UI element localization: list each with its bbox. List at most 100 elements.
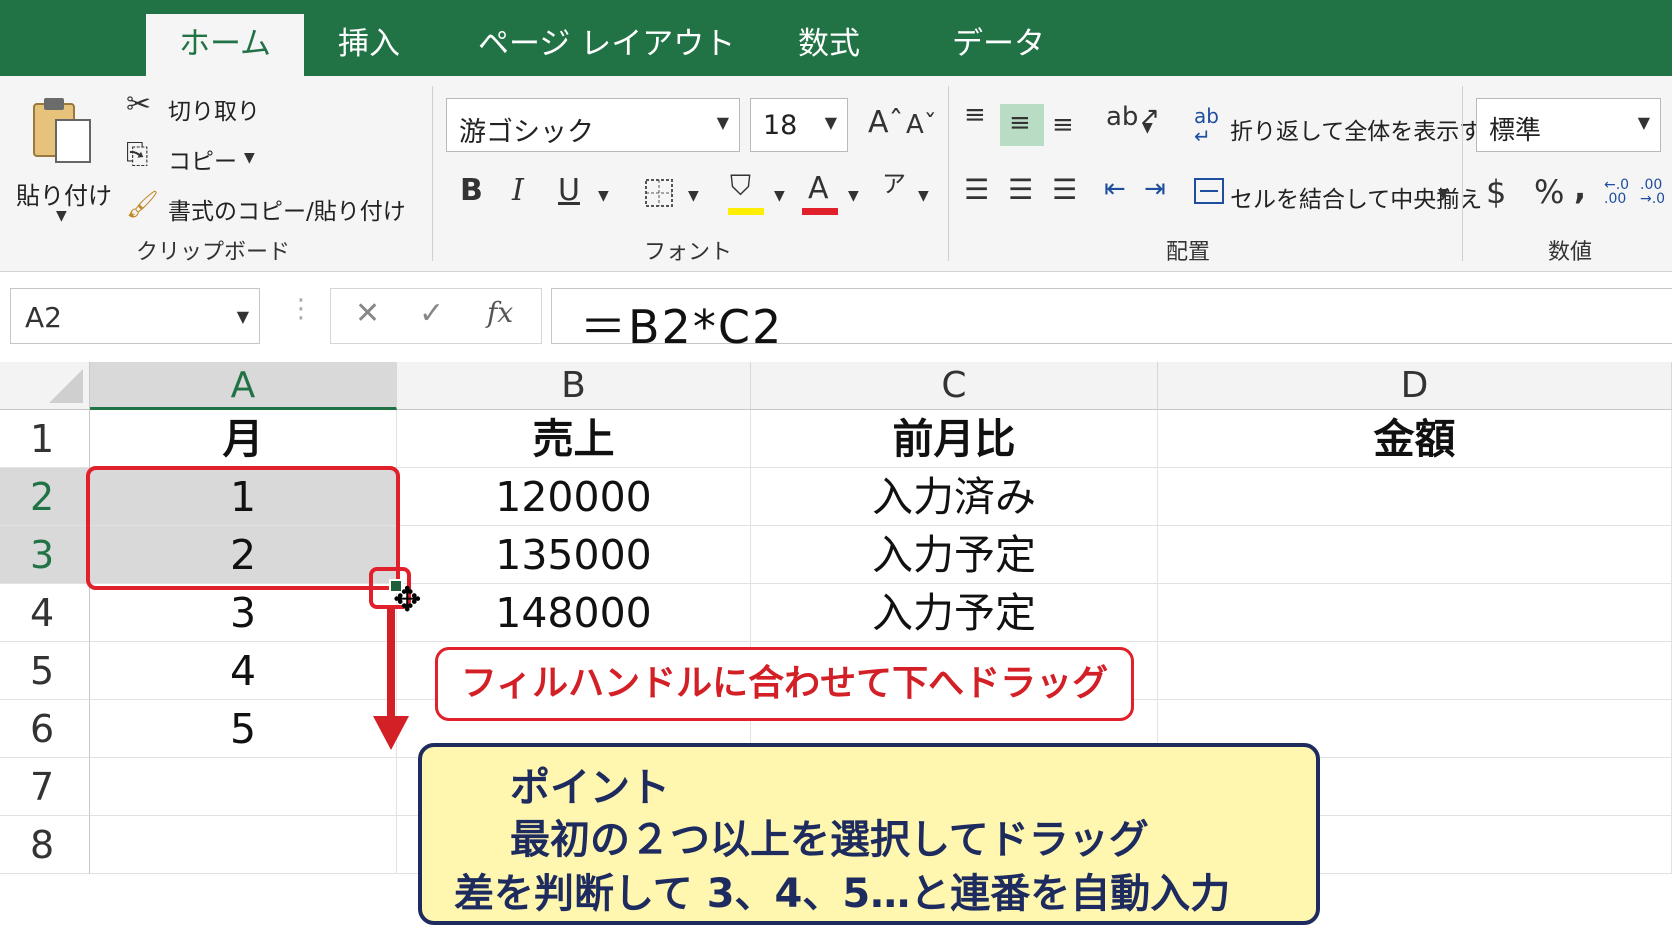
drag-arrow: [387, 608, 395, 720]
cell-c2[interactable]: 入力済み: [751, 468, 1158, 526]
decrease-decimal-icon[interactable]: .00 →.0: [1640, 178, 1665, 206]
tab-home[interactable]: ホーム: [146, 14, 304, 76]
tab-data[interactable]: データ: [952, 14, 1045, 76]
underline-button[interactable]: U: [558, 176, 580, 206]
cell-a4[interactable]: 3: [90, 584, 397, 642]
column-header-d[interactable]: D: [1158, 362, 1672, 410]
cell-a1[interactable]: 月: [90, 410, 397, 468]
align-top-icon[interactable]: ≡: [964, 102, 986, 128]
cell-d5[interactable]: [1158, 642, 1672, 700]
tip-title: ポイント: [510, 765, 670, 811]
wrap-text-icon: ab ↵: [1194, 104, 1219, 148]
orientation-dropdown-icon[interactable]: ▼: [1142, 120, 1153, 136]
alignment-group-label: 配置: [1166, 240, 1211, 265]
move-cursor-icon: ✥: [393, 580, 422, 620]
font-color-dropdown-icon[interactable]: ▼: [848, 188, 859, 204]
fill-color-dropdown-icon[interactable]: ▼: [774, 188, 785, 204]
merge-center-icon: [1194, 178, 1224, 204]
copy-label: コピー: [168, 149, 237, 175]
cell-d1[interactable]: 金額: [1158, 410, 1672, 468]
column-header-a[interactable]: A: [90, 362, 397, 410]
paste-button[interactable]: 貼り付け ▼: [16, 88, 112, 224]
align-center-icon[interactable]: ☰: [1008, 176, 1033, 204]
row-header[interactable]: 2: [0, 468, 90, 526]
cell-c3[interactable]: 入力予定: [751, 526, 1158, 584]
copy-button[interactable]: ⎘ コピー ▼: [126, 140, 266, 176]
font-size-dropdown[interactable]: 18 ▼: [750, 98, 848, 152]
number-format-dropdown[interactable]: 標準 ▼: [1476, 98, 1661, 152]
select-all-icon: [49, 369, 83, 403]
cell-d2[interactable]: [1158, 468, 1672, 526]
cancel-icon[interactable]: ✕: [355, 299, 380, 329]
font-color-swatch: [802, 208, 838, 215]
tab-formulas[interactable]: 数式: [798, 14, 860, 76]
tip-line: 最初の２つ以上を選択してドラッグ: [510, 817, 1149, 863]
cell-b1[interactable]: 売上: [397, 410, 751, 468]
percent-button[interactable]: %: [1534, 176, 1564, 208]
row-header[interactable]: 8: [0, 816, 90, 874]
phonetic-dropdown-icon[interactable]: ▼: [918, 188, 929, 204]
cell-a8[interactable]: [90, 816, 397, 874]
increase-font-size-icon[interactable]: Aˆ: [868, 108, 904, 138]
column-header-b[interactable]: B: [397, 362, 751, 410]
cell-d3[interactable]: [1158, 526, 1672, 584]
merge-center-button[interactable]: セルを結合して中央揃え ▼: [1194, 172, 1482, 213]
font-color-icon[interactable]: A: [808, 174, 829, 204]
cell-b4[interactable]: 148000: [397, 584, 751, 642]
cell-c4[interactable]: 入力予定: [751, 584, 1158, 642]
paste-dropdown-icon[interactable]: ▼: [56, 208, 67, 224]
bold-button[interactable]: B: [460, 176, 483, 206]
cell-c1[interactable]: 前月比: [751, 410, 1158, 468]
merge-dropdown-icon[interactable]: ▼: [1438, 186, 1449, 202]
font-group-label: フォント: [644, 240, 733, 265]
row-header[interactable]: 3: [0, 526, 90, 584]
cell-d4[interactable]: [1158, 584, 1672, 642]
fill-color-icon[interactable]: ⛉: [730, 172, 751, 200]
row-header[interactable]: 6: [0, 700, 90, 758]
decrease-indent-icon[interactable]: ⇤: [1104, 176, 1126, 202]
tab-page-layout[interactable]: ページ レイアウト: [478, 14, 735, 76]
row-header[interactable]: 1: [0, 410, 90, 468]
cell-b3[interactable]: 135000: [397, 526, 751, 584]
font-name-value: 游ゴシック: [459, 117, 594, 148]
excel-window: ホーム 挿入 ページ レイアウト 数式 データ 貼り付け ▼ ✂ 切り取り ⎘ …: [0, 0, 1672, 941]
align-bottom-icon[interactable]: ≡: [1052, 112, 1074, 138]
phonetic-guide-icon[interactable]: ア: [882, 172, 906, 196]
name-box[interactable]: A2 ▼: [10, 288, 260, 344]
formula-bar-handle-icon[interactable]: ⋮: [288, 294, 314, 324]
copy-dropdown-icon[interactable]: ▼: [244, 150, 255, 166]
formula-input[interactable]: ＝B2*C2: [551, 288, 1672, 354]
cell-a7[interactable]: [90, 758, 397, 816]
increase-decimal-icon[interactable]: ←.0.00: [1604, 178, 1629, 206]
enter-icon[interactable]: ✓: [419, 299, 444, 329]
align-middle-button[interactable]: ≡: [1000, 104, 1044, 146]
row-header[interactable]: 4: [0, 584, 90, 642]
borders-icon[interactable]: [644, 178, 674, 208]
tab-insert[interactable]: 挿入: [338, 14, 400, 76]
italic-button[interactable]: I: [512, 176, 524, 206]
underline-dropdown-icon[interactable]: ▼: [598, 188, 609, 204]
drag-arrow-head: [373, 716, 409, 750]
column-header-c[interactable]: C: [751, 362, 1158, 410]
increase-indent-icon[interactable]: ⇥: [1144, 176, 1166, 202]
select-all-button[interactable]: [0, 362, 90, 410]
comma-button[interactable]: ,: [1574, 172, 1586, 204]
formula-bar: A2 ▼ ⋮ ✕ ✓ fx ＝B2*C2: [0, 272, 1672, 358]
name-box-value: A2: [25, 301, 62, 334]
currency-button[interactable]: $: [1486, 176, 1506, 208]
align-right-icon[interactable]: ☰: [1052, 176, 1077, 204]
cell-b2[interactable]: 120000: [397, 468, 751, 526]
cell-a6[interactable]: 5: [90, 700, 397, 758]
borders-dropdown-icon[interactable]: ▼: [688, 188, 699, 204]
tip-callout: ポイント 最初の２つ以上を選択してドラッグ 差を判断して 3、4、5…と連番を自…: [418, 743, 1320, 925]
align-left-icon[interactable]: ☰: [964, 176, 989, 204]
paste-label: 貼り付け: [16, 182, 112, 210]
chevron-down-icon: ▼: [236, 307, 249, 326]
insert-function-button[interactable]: fx: [487, 299, 513, 327]
font-name-dropdown[interactable]: 游ゴシック ▼: [446, 98, 740, 152]
ribbon-tab-bar: ホーム 挿入 ページ レイアウト 数式 データ: [0, 0, 1672, 76]
row-header[interactable]: 7: [0, 758, 90, 816]
row-header[interactable]: 5: [0, 642, 90, 700]
cell-a5[interactable]: 4: [90, 642, 397, 700]
decrease-font-size-icon[interactable]: Aˇ: [906, 112, 937, 138]
